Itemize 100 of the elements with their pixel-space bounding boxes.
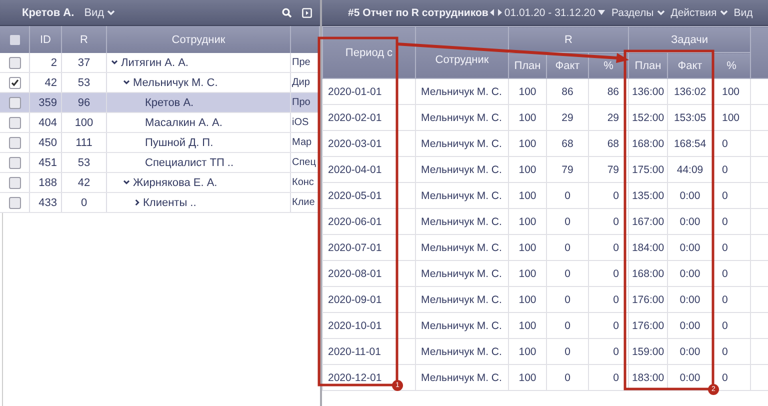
menu-dropdown[interactable]: Действия bbox=[670, 6, 728, 18]
table-cell: 86 bbox=[607, 86, 619, 98]
row-checkbox[interactable] bbox=[8, 116, 20, 128]
table-cell: Мельничук М. С. bbox=[421, 138, 502, 150]
table-cell: 153:05 bbox=[674, 112, 706, 124]
table-row[interactable]: 404 100 Масалкин А. А. iOS bbox=[0, 113, 320, 133]
table-cell: 168:00 bbox=[632, 268, 664, 280]
table-cell: 2 bbox=[50, 56, 57, 68]
employee-name: Жирнякова Е. А. bbox=[133, 176, 218, 188]
table-cell: 53 bbox=[78, 76, 90, 88]
table-row[interactable]: 2 37 Литягин А. А. Пре bbox=[0, 53, 320, 73]
table-cell: 0 bbox=[564, 346, 570, 358]
table-cell: 0 bbox=[564, 320, 570, 332]
search-icon[interactable] bbox=[282, 8, 292, 18]
table-cell: Мельничук М. С. bbox=[421, 86, 502, 98]
table-cell: 0:00 bbox=[680, 268, 700, 280]
column-group-header: Задачи bbox=[671, 34, 708, 46]
table-cell: 168:54 bbox=[674, 138, 706, 150]
table-cell: 0:00 bbox=[680, 216, 700, 228]
chevron-down-icon[interactable] bbox=[123, 180, 130, 185]
table-row[interactable]: 451 53 Специалист ТП .. Спец bbox=[0, 153, 320, 173]
column-header: % bbox=[604, 60, 614, 72]
table-cell: 111 bbox=[76, 136, 92, 148]
table-cell: 0 bbox=[80, 196, 88, 208]
employee-name: Литягин А. А. bbox=[121, 56, 188, 68]
chevron-right-icon[interactable] bbox=[135, 199, 140, 206]
table-cell: 0 bbox=[613, 320, 619, 332]
chevron-down-icon[interactable] bbox=[111, 60, 118, 65]
table-cell: 68 bbox=[562, 138, 574, 150]
table-cell: 100 bbox=[518, 242, 536, 254]
table-cell: 100 bbox=[518, 294, 536, 306]
table-cell: 0 bbox=[564, 268, 570, 280]
table-cell: 100 bbox=[518, 138, 536, 150]
table-cell: 0:00 bbox=[680, 190, 700, 202]
table-cell: 100 bbox=[518, 164, 536, 176]
table-cell: 175:00 bbox=[632, 164, 664, 176]
table-cell: 2020-10-01 bbox=[328, 320, 382, 332]
view-menu[interactable]: Вид bbox=[734, 6, 753, 18]
table-cell: Мельничук М. С. bbox=[421, 346, 502, 358]
table-cell: 2020-06-01 bbox=[328, 216, 382, 228]
table-cell: Мельничук М. С. bbox=[421, 372, 502, 384]
table-cell: 0 bbox=[722, 346, 728, 358]
table-row[interactable]: 188 42 Жирнякова Е. А. Конс bbox=[0, 173, 320, 193]
table-row[interactable]: 433 0 Клиенты .. Клие bbox=[0, 193, 320, 213]
table-cell: iOS bbox=[292, 117, 309, 128]
table-cell: 29 bbox=[562, 112, 574, 124]
row-checkbox[interactable] bbox=[8, 196, 20, 208]
menu-dropdown[interactable]: Разделы bbox=[611, 6, 665, 18]
previous-icon[interactable] bbox=[490, 9, 494, 16]
expand-icon[interactable] bbox=[302, 8, 312, 18]
chevron-down-icon[interactable] bbox=[123, 80, 130, 85]
row-checkbox[interactable] bbox=[8, 76, 20, 88]
chevron-down-icon bbox=[107, 10, 116, 16]
table-cell: 79 bbox=[562, 164, 574, 176]
row-checkbox[interactable] bbox=[8, 96, 20, 108]
table-cell: Мельничук М. С. bbox=[421, 112, 502, 124]
table-cell: 2020-07-01 bbox=[328, 242, 382, 254]
table-cell: 100 bbox=[518, 86, 536, 98]
table-cell: 0 bbox=[722, 216, 728, 228]
table-cell: 0 bbox=[564, 372, 570, 384]
table-cell: Мельничук М. С. bbox=[421, 268, 502, 280]
row-checkbox[interactable] bbox=[8, 56, 20, 68]
table-row[interactable]: 42 53 Мельничук М. С. Дир bbox=[0, 73, 320, 93]
view-menu[interactable]: Вид bbox=[84, 6, 116, 18]
table-cell: 100 bbox=[518, 372, 536, 384]
table-cell: 2020-12-01 bbox=[328, 372, 382, 384]
table-cell: 42 bbox=[78, 176, 90, 188]
table-cell: 0 bbox=[613, 294, 619, 306]
table-cell: 152:00 bbox=[632, 112, 664, 124]
table-cell: Клие bbox=[292, 197, 315, 208]
table-cell: 2020-08-01 bbox=[328, 268, 382, 280]
table-cell: 0:00 bbox=[680, 372, 700, 384]
column-header: Сотрудник bbox=[435, 52, 489, 66]
table-cell: 0 bbox=[722, 242, 728, 254]
employee-name: Кретов А. bbox=[145, 96, 194, 108]
select-all-checkbox[interactable] bbox=[10, 34, 20, 44]
table-cell: Мельничук М. С. bbox=[421, 294, 502, 306]
table-cell: Мельничук М. С. bbox=[421, 242, 502, 254]
table-cell: Дир bbox=[292, 77, 310, 88]
table-cell: 100 bbox=[518, 112, 536, 124]
chevron-down-icon bbox=[656, 10, 665, 16]
row-checkbox[interactable] bbox=[8, 136, 20, 148]
table-cell: 0 bbox=[613, 216, 619, 228]
caret-down-icon bbox=[598, 10, 606, 15]
column-header: % bbox=[726, 60, 736, 72]
table-cell: 159:00 bbox=[632, 346, 664, 358]
table-cell: 188 bbox=[38, 176, 57, 188]
row-checkbox[interactable] bbox=[8, 176, 20, 188]
date-range-dropdown[interactable]: 01.01.20 - 31.12.20 bbox=[504, 6, 606, 18]
table-cell: Спец bbox=[292, 157, 316, 168]
panel-title: Кретов А. bbox=[22, 6, 74, 18]
table-cell: 37 bbox=[78, 56, 90, 68]
row-checkbox[interactable] bbox=[8, 156, 20, 168]
table-cell: Мар bbox=[292, 137, 312, 148]
next-icon[interactable] bbox=[498, 9, 502, 16]
table-row[interactable]: 450 111 Пушной Д. П. Мар bbox=[0, 133, 320, 153]
table-cell: 167:00 bbox=[632, 216, 664, 228]
table-row[interactable]: 359 96 Кретов А. Про bbox=[0, 93, 320, 113]
table-cell: 100 bbox=[518, 320, 536, 332]
table-cell: 0 bbox=[722, 164, 728, 176]
